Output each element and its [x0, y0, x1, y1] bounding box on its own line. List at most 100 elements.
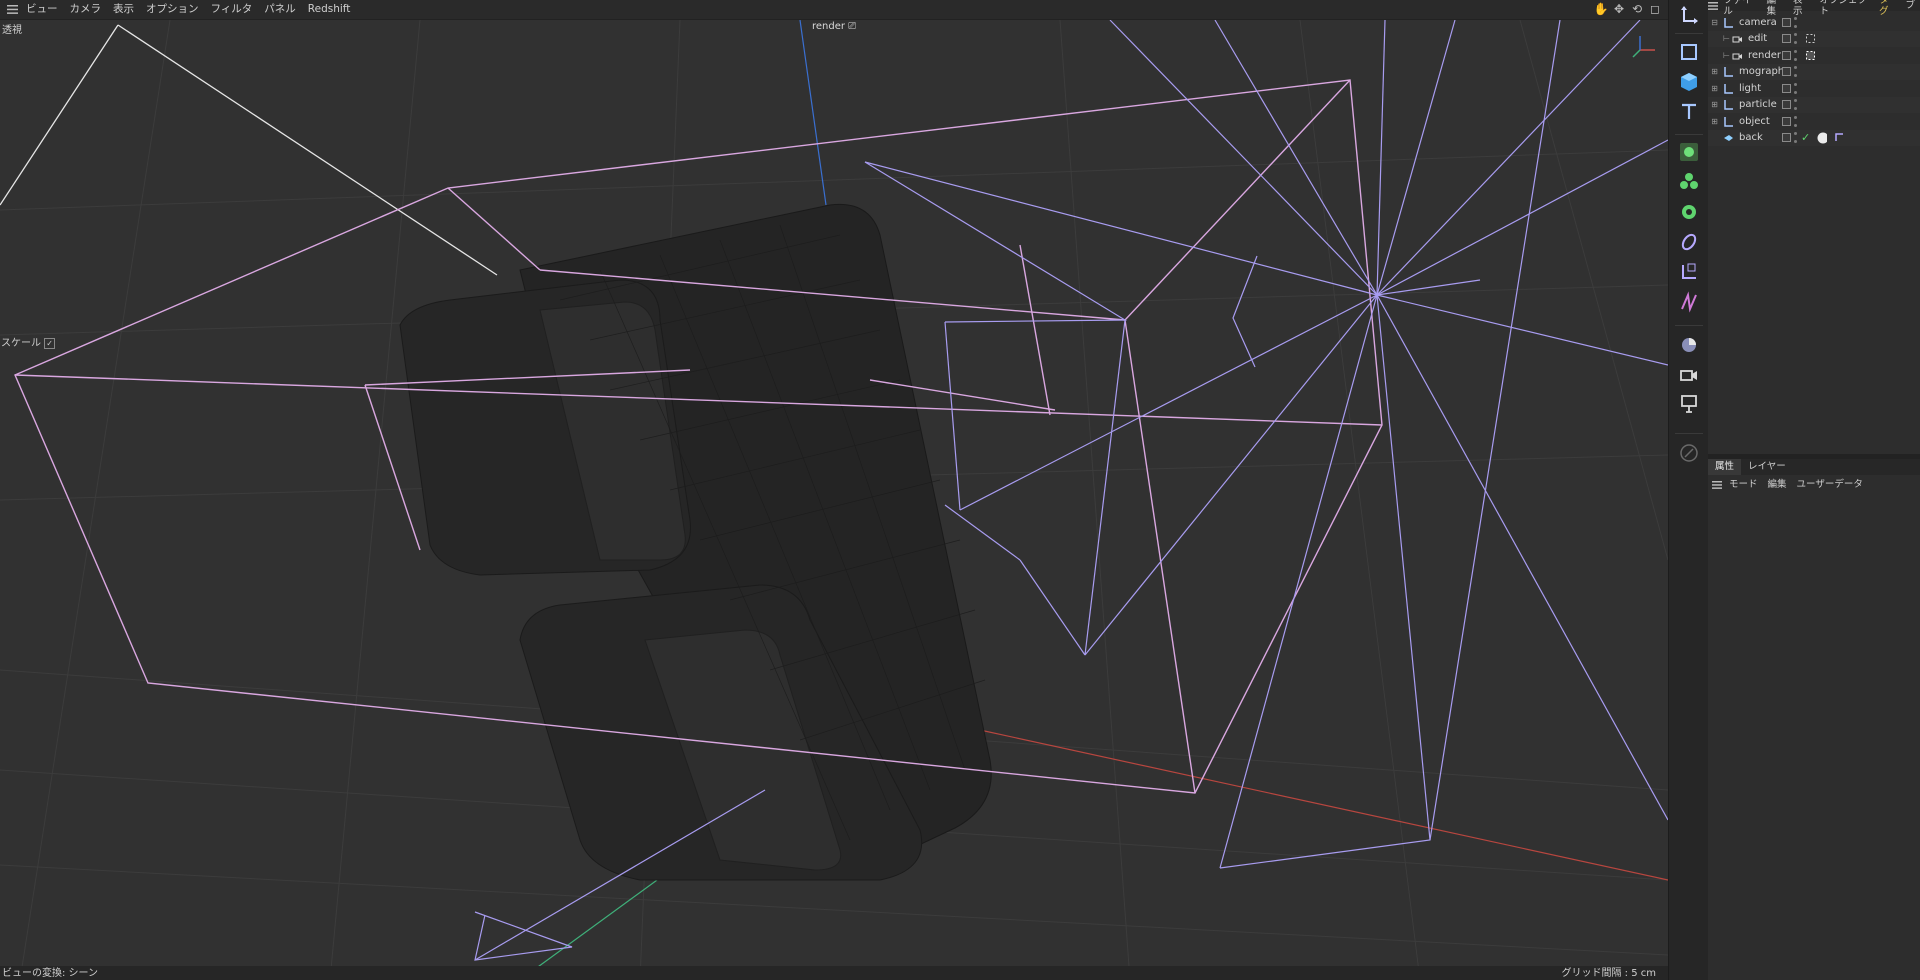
- visibility-dots[interactable]: [1794, 82, 1798, 94]
- object-row-mograph[interactable]: ⊞ mograph: [1708, 63, 1920, 80]
- 3d-scene[interactable]: [0, 0, 1668, 980]
- menu-filter[interactable]: フィルタ: [205, 0, 259, 19]
- object-row-light[interactable]: ⊞ light: [1708, 80, 1920, 97]
- view-transform-status: ビューの変換: シーン: [2, 968, 99, 979]
- menu-redshift[interactable]: Redshift: [302, 0, 357, 19]
- target-tag-icon[interactable]: [1805, 50, 1815, 60]
- rotate-view-icon[interactable]: ⟲: [1630, 1, 1644, 17]
- enable-checkbox[interactable]: [1782, 34, 1791, 44]
- null-object-icon: [1722, 16, 1734, 28]
- enable-checkbox[interactable]: [1782, 17, 1791, 27]
- object-row-back[interactable]: back ✓: [1708, 129, 1920, 146]
- viewport-menubar: ビュー カメラ 表示 オプション フィルタ パネル Redshift ✋ ✥ ⟲…: [0, 0, 1668, 20]
- mesh-object[interactable]: [399, 203, 992, 881]
- phong-tag-icon[interactable]: [1834, 133, 1844, 143]
- cloner-icon[interactable]: [1675, 139, 1703, 165]
- enable-checkbox[interactable]: [1782, 67, 1791, 77]
- mograph-icon[interactable]: [1675, 169, 1703, 195]
- enable-checkbox[interactable]: [1782, 116, 1791, 126]
- object-row-object[interactable]: ⊞ object: [1708, 113, 1920, 130]
- active-camera-label[interactable]: render ⎚: [812, 21, 856, 32]
- brush-icon[interactable]: [1675, 440, 1703, 466]
- menu-panel[interactable]: パネル: [258, 0, 302, 19]
- expand-icon[interactable]: ⊞: [1710, 117, 1719, 126]
- expand-icon[interactable]: ⊞: [1710, 100, 1719, 109]
- attribute-tabs: 属性 レイヤー: [1708, 459, 1920, 475]
- axis-gizmo: [1632, 36, 1655, 58]
- enable-checkbox[interactable]: [1782, 50, 1791, 60]
- visibility-dots[interactable]: [1794, 132, 1798, 144]
- object-name: object: [1739, 115, 1770, 127]
- visibility-dots[interactable]: [1794, 99, 1798, 111]
- attr-menu-userdata[interactable]: ユーザーデータ: [1792, 478, 1868, 492]
- expand-icon[interactable]: ⊞: [1710, 84, 1719, 93]
- spline-icon[interactable]: [1675, 289, 1703, 315]
- object-row-particle[interactable]: ⊞ particle: [1708, 96, 1920, 113]
- object-name: camera: [1739, 16, 1777, 28]
- right-panel: ファイル 編集 表示 オブジェクト タグ ブ ⊟ camera ⊢ edit ⊢…: [1708, 0, 1920, 980]
- menu-icon[interactable]: [4, 0, 20, 19]
- object-row-edit[interactable]: ⊢ edit: [1708, 30, 1920, 47]
- visibility-dots[interactable]: [1794, 49, 1798, 61]
- visibility-dots[interactable]: [1794, 16, 1798, 28]
- pan-icon[interactable]: ✋: [1594, 1, 1609, 17]
- maximize-icon[interactable]: ◻: [1648, 1, 1662, 17]
- cube-outline-icon[interactable]: [1675, 39, 1703, 65]
- visibility-dots[interactable]: [1794, 66, 1798, 78]
- visibility-dots[interactable]: [1794, 33, 1798, 45]
- menu-options[interactable]: オプション: [140, 0, 205, 19]
- object-row-render[interactable]: ⊢ render: [1708, 47, 1920, 64]
- null-object-icon: [1722, 66, 1734, 78]
- move-view-icon[interactable]: ✥: [1612, 1, 1626, 17]
- object-tree: ⊟ camera ⊢ edit ⊢ render ⊞ mograph ⊞ lig…: [1708, 14, 1920, 146]
- viewport[interactable]: ビュー カメラ 表示 オプション フィルタ パネル Redshift ✋ ✥ ⟲…: [0, 0, 1668, 980]
- visibility-dots[interactable]: [1794, 115, 1798, 127]
- camera-icon[interactable]: [1675, 361, 1703, 387]
- move-tool-icon[interactable]: [1675, 2, 1703, 28]
- menu-icon[interactable]: [1708, 1, 1719, 10]
- viewport-status-bar: [0, 966, 1668, 980]
- tool-palette: [1668, 0, 1710, 980]
- attr-menu-mode[interactable]: モード: [1724, 478, 1763, 492]
- object-name: light: [1739, 82, 1762, 94]
- render-icon[interactable]: [1675, 391, 1703, 417]
- scene-icon[interactable]: [1675, 331, 1703, 357]
- object-name: back: [1739, 132, 1763, 144]
- plane-object-icon: [1722, 132, 1734, 144]
- text-icon[interactable]: [1675, 99, 1703, 125]
- menu-display[interactable]: 表示: [107, 0, 140, 19]
- grid-spacing-status: グリッド間隔 : 5 cm: [1561, 968, 1656, 979]
- object-name: mograph: [1739, 66, 1785, 78]
- cube-icon[interactable]: [1675, 69, 1703, 95]
- null-object-icon: [1722, 99, 1734, 111]
- enable-checkbox[interactable]: [1782, 83, 1791, 93]
- tab-attributes[interactable]: 属性: [1708, 459, 1742, 475]
- field-icon[interactable]: [1675, 259, 1703, 285]
- scale-label: スケール ✓: [1, 338, 55, 349]
- material-tag-icon[interactable]: [1817, 132, 1828, 144]
- camera-object-icon: [1731, 33, 1743, 45]
- tree-branch-icon: ⊢: [1723, 50, 1730, 60]
- camera-object-icon: [1731, 49, 1743, 61]
- object-name: edit: [1748, 33, 1768, 45]
- expand-icon[interactable]: ⊞: [1710, 67, 1719, 76]
- menu-camera[interactable]: カメラ: [64, 0, 108, 19]
- menu-view[interactable]: ビュー: [20, 0, 64, 19]
- gear-icon[interactable]: [1675, 199, 1703, 225]
- target-tag-icon[interactable]: [1805, 34, 1815, 44]
- attribute-menubar: モード 編集 ユーザーデータ: [1708, 478, 1920, 492]
- om-menu-bookmark[interactable]: ブ: [1901, 0, 1920, 11]
- enable-checkbox[interactable]: [1782, 100, 1791, 110]
- attr-menu-edit[interactable]: 編集: [1763, 478, 1792, 492]
- enable-checkbox[interactable]: [1782, 133, 1791, 143]
- collapse-icon[interactable]: ⊟: [1710, 18, 1719, 27]
- null-object-icon: [1722, 82, 1734, 94]
- deformer-icon[interactable]: [1675, 229, 1703, 255]
- object-row-camera[interactable]: ⊟ camera: [1708, 14, 1920, 31]
- checkmark-icon[interactable]: ✓: [1801, 131, 1810, 144]
- menu-icon[interactable]: [1710, 481, 1724, 489]
- object-name: particle: [1739, 99, 1777, 111]
- tab-layers[interactable]: レイヤー: [1741, 459, 1793, 475]
- projection-label[interactable]: 透視: [2, 21, 22, 36]
- edit-camera-lines: [0, 24, 498, 276]
